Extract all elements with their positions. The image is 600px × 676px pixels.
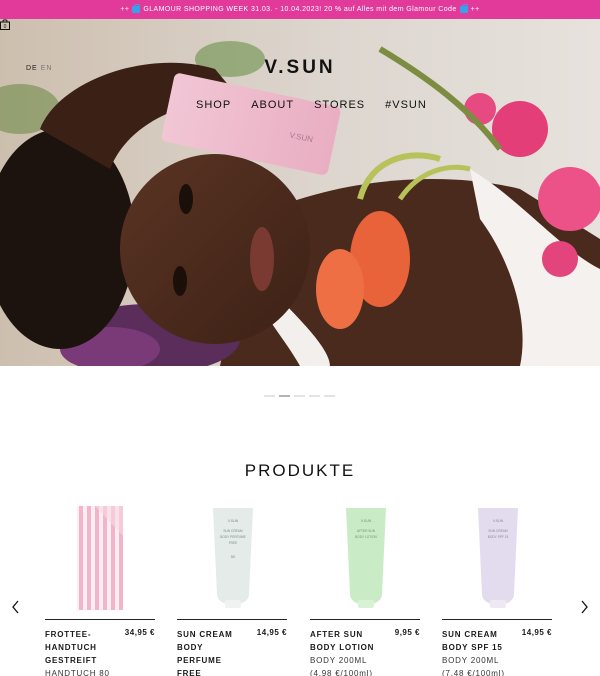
nav-vsun[interactable]: #VSUN [385, 99, 427, 111]
nav-shop[interactable]: SHOP [196, 99, 231, 111]
tube-label: V.SUN [493, 519, 504, 523]
tube-label: BODY SPF 15 [488, 535, 509, 539]
hero-carousel[interactable]: V.SUN DE EN V.SUN 0 SHOP ABOUT STORES #VS… [0, 19, 600, 366]
tube-label: AFTER SUN [357, 529, 376, 533]
tube-label: SUN CREAM [223, 529, 242, 533]
divider [45, 619, 155, 620]
product-price: 34,95 € [124, 628, 155, 637]
product-image-sun-cream-spf15: V.SUN SUN CREAM BODY SPF 15 [478, 508, 518, 608]
product-unit-price: (7,48 €/100ml) [442, 669, 505, 676]
product-price: 14,95 € [521, 628, 552, 637]
product-subtitle: BODY 200ML [310, 656, 368, 665]
svg-text:0: 0 [4, 24, 7, 30]
carousel-dots [264, 395, 335, 397]
shopping-bag-emoji-icon [459, 4, 468, 13]
chevron-left-icon[interactable] [10, 600, 22, 614]
shopping-bag-emoji-icon [132, 4, 141, 13]
product-name[interactable]: SUN CREAM BODY PERFUME FREE [177, 628, 249, 676]
tube-label: V.SUN [228, 519, 239, 523]
product-image-sun-cream: V.SUN SUN CREAM BODY PERFUME FREE 50 [213, 508, 253, 608]
site-logo[interactable]: V.SUN [0, 57, 600, 79]
tube-label: BODY PERFUME [220, 535, 245, 539]
chevron-right-icon[interactable] [578, 600, 590, 614]
promo-right: ++ [470, 6, 480, 13]
section-title-produkte: PRODUKTE [244, 461, 356, 480]
tube-label: FREE [229, 541, 238, 545]
product-name[interactable]: FROTTEE-HANDTUCH GESTREIFT [45, 628, 117, 667]
nav-stores[interactable]: STORES [314, 99, 365, 111]
product-name[interactable]: AFTER SUN BODY LOTION [310, 628, 382, 654]
nav-about[interactable]: ABOUT [251, 99, 294, 111]
carousel-dot[interactable] [309, 395, 320, 397]
product-subtitle: BODY 200ML [442, 656, 500, 665]
product-price: 14,95 € [256, 628, 287, 637]
promo-banner[interactable]: ++ GLAMOUR SHOPPING WEEK 31.03. - 10.04.… [0, 0, 600, 19]
tube-label: V.SUN [361, 519, 372, 523]
product-unit-price: (4,98 €/100ml) [310, 669, 373, 676]
carousel-dot[interactable] [294, 395, 305, 397]
product-name[interactable]: SUN CREAM BODY SPF 15 [442, 628, 514, 654]
promo-text: GLAMOUR SHOPPING WEEK 31.03. - 10.04.202… [143, 6, 457, 13]
product-image-after-sun: V.SUN AFTER SUN BODY LOTION [346, 508, 386, 608]
promo-left: ++ [120, 6, 130, 13]
tube-label: SUN CREAM [488, 529, 507, 533]
cart-bag-icon[interactable]: 0 [0, 19, 10, 30]
divider [442, 619, 552, 620]
main-nav: SHOP ABOUT STORES #VSUN [196, 99, 427, 111]
product-subtitle: HANDTUCH 80 [45, 669, 110, 676]
tube-label: 50 [231, 554, 236, 559]
carousel-dot[interactable] [264, 395, 275, 397]
product-image-towel [77, 506, 123, 610]
carousel-dot[interactable] [324, 395, 335, 397]
product-price: 9,95 € [394, 628, 420, 637]
divider [310, 619, 420, 620]
carousel-dot-active[interactable] [279, 395, 290, 397]
divider [177, 619, 287, 620]
tube-label: BODY LOTION [355, 535, 377, 539]
